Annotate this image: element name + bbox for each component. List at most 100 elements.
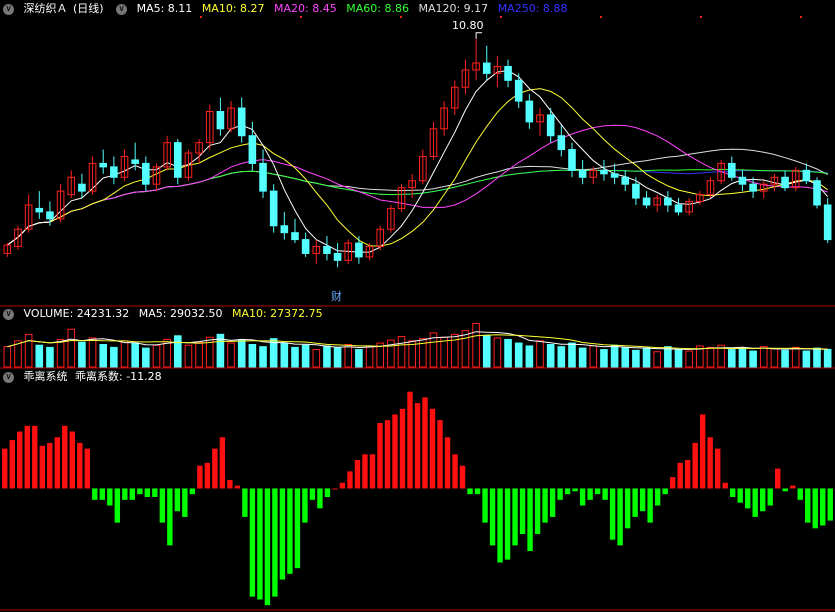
- volume-bar: [24, 333, 33, 368]
- bias-bar: [354, 460, 361, 489]
- bias-bar: [594, 488, 601, 495]
- candle-body: [301, 239, 310, 254]
- bias-bar: [77, 442, 83, 489]
- candle-body: [269, 190, 278, 227]
- volume-bar: [781, 349, 789, 368]
- candle-body: [813, 180, 821, 206]
- volume-bar: [397, 336, 406, 368]
- bias-bar: [489, 488, 496, 546]
- bias-bar: [542, 488, 548, 523]
- volume-bar: [291, 346, 299, 368]
- bias-bar: [264, 488, 271, 606]
- bias-bar: [527, 488, 533, 552]
- bias-bar: [714, 448, 721, 489]
- bias-bar: [579, 488, 586, 506]
- bias-bar: [219, 437, 226, 489]
- bias-bar: [99, 488, 106, 500]
- volume-bar: [727, 349, 736, 368]
- volume-bar: [653, 351, 662, 368]
- bias-bar: [2, 448, 8, 489]
- chart-canvas[interactable]: 10.80 财: [0, 0, 835, 612]
- volume-bar: [173, 335, 182, 368]
- bias-bar: [32, 425, 38, 489]
- high-price-pointer: [475, 32, 483, 39]
- candle-body: [237, 107, 246, 137]
- volume-bar: [88, 337, 97, 368]
- bias-bar: [122, 488, 128, 500]
- volume-bar: [632, 349, 640, 368]
- volume-bar: [120, 340, 129, 368]
- bias-bar: [369, 454, 376, 489]
- candle-body: [823, 204, 832, 241]
- ma250-line: [7, 169, 828, 246]
- bias-bar: [654, 488, 661, 506]
- ma120-line: [7, 148, 828, 246]
- candle-body: [280, 225, 289, 234]
- volume-bar: [131, 342, 139, 368]
- volume-bar: [525, 345, 534, 368]
- volume-bar: [35, 344, 44, 368]
- bias-bar: [302, 488, 308, 523]
- candle-body: [323, 246, 331, 254]
- bias-bar: [107, 488, 113, 506]
- volume-bar: [195, 341, 203, 368]
- bias-bar: [47, 442, 53, 489]
- candle-body: [333, 252, 342, 261]
- bias-bar: [182, 488, 188, 517]
- volume-bar: [813, 347, 821, 368]
- bias-bar: [114, 488, 121, 523]
- bias-bar: [452, 454, 458, 489]
- bias-bar: [407, 391, 413, 489]
- volume-bar: [514, 342, 523, 368]
- bias-bar: [69, 431, 75, 489]
- candle-body: [632, 183, 640, 199]
- volume-bar: [685, 350, 693, 368]
- high-price-marker: 10.80: [452, 19, 484, 32]
- event-badge[interactable]: 财: [331, 289, 342, 303]
- bias-bar: [812, 488, 818, 529]
- bias-bar: [572, 488, 578, 492]
- bias-bar: [309, 488, 316, 500]
- bias-bar: [624, 488, 631, 529]
- bias-bar: [422, 397, 428, 489]
- candle-body: [664, 197, 672, 206]
- bias-bar: [92, 488, 98, 500]
- bias-bar: [512, 488, 518, 546]
- bias-bar: [767, 488, 773, 506]
- bias-bar: [497, 488, 503, 563]
- bias-bar: [519, 488, 526, 534]
- bias-bar: [212, 448, 218, 489]
- candle-body: [248, 135, 257, 164]
- candle-body: [110, 166, 118, 178]
- candle-body: [727, 162, 736, 178]
- bias-bar: [324, 488, 331, 497]
- volume-bar: [504, 338, 512, 368]
- bias-bar: [137, 488, 143, 495]
- bias-bar: [790, 485, 796, 489]
- bias-bar: [729, 488, 736, 497]
- bias-bar: [294, 488, 301, 569]
- volume-bar: [142, 347, 150, 368]
- bias-bar: [467, 488, 473, 495]
- candle-body: [216, 110, 225, 130]
- volume-bar: [205, 336, 214, 368]
- bias-bar: [437, 420, 443, 489]
- volume-bar: [482, 335, 491, 368]
- bias-bar: [384, 420, 391, 489]
- volume-bar: [259, 346, 267, 368]
- bias-bar: [362, 454, 368, 489]
- bias-bar: [377, 423, 383, 489]
- bias-bar: [760, 488, 766, 512]
- candle-body: [546, 114, 555, 137]
- bias-bar: [227, 479, 233, 489]
- volume-bar: [664, 346, 672, 368]
- bias-bar: [782, 488, 788, 492]
- volume-bar: [67, 328, 76, 368]
- candle-body: [99, 162, 108, 168]
- candle-body: [291, 232, 299, 241]
- bias-bar: [414, 403, 421, 489]
- bias-bar: [752, 488, 758, 517]
- bias-bar: [797, 488, 803, 500]
- bias-bar: [257, 488, 263, 600]
- candle-body: [173, 142, 182, 178]
